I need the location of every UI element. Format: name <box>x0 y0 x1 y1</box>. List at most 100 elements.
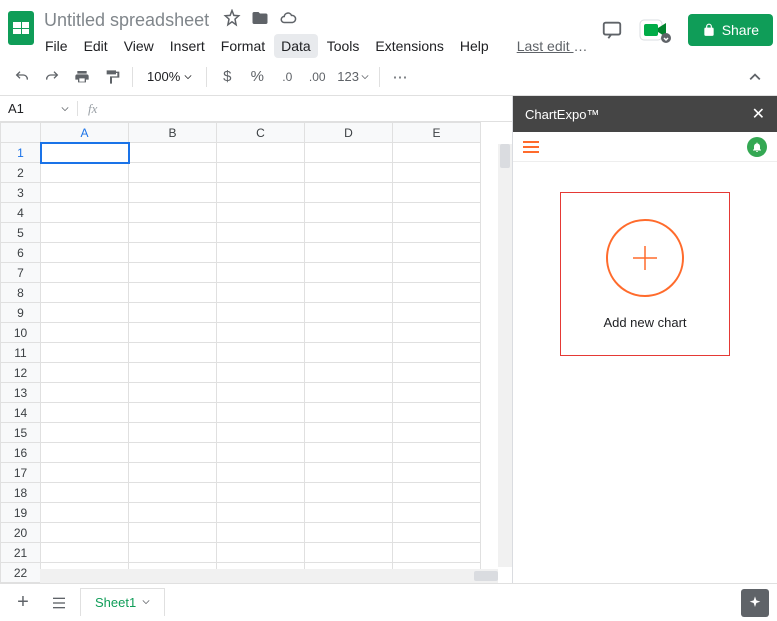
vertical-scrollbar[interactable] <box>498 144 512 567</box>
add-new-chart-card[interactable]: Add new chart <box>560 192 730 356</box>
menu-help[interactable]: Help <box>453 34 496 58</box>
row-header[interactable]: 2 <box>1 163 41 183</box>
menu-extensions[interactable]: Extensions <box>368 34 450 58</box>
cell[interactable] <box>393 163 481 183</box>
decrease-decimal-button[interactable]: .0 <box>273 63 301 91</box>
redo-button[interactable] <box>38 63 66 91</box>
cell[interactable] <box>129 363 217 383</box>
cell[interactable] <box>305 323 393 343</box>
cell[interactable] <box>217 463 305 483</box>
meet-icon[interactable] <box>638 16 674 44</box>
menu-insert[interactable]: Insert <box>163 34 212 58</box>
notification-icon[interactable] <box>747 137 767 157</box>
sheet-tab-active[interactable]: Sheet1 <box>80 588 165 616</box>
cell[interactable] <box>129 463 217 483</box>
cell[interactable] <box>41 163 129 183</box>
cell[interactable] <box>393 503 481 523</box>
zoom-selector[interactable]: 100% <box>139 69 200 84</box>
cell[interactable] <box>129 283 217 303</box>
cell[interactable] <box>393 303 481 323</box>
cloud-icon[interactable] <box>279 9 297 32</box>
cell[interactable] <box>305 523 393 543</box>
row-header[interactable]: 8 <box>1 283 41 303</box>
cell[interactable] <box>305 183 393 203</box>
row-header[interactable]: 18 <box>1 483 41 503</box>
column-header[interactable]: C <box>217 123 305 143</box>
row-header[interactable]: 3 <box>1 183 41 203</box>
cell[interactable] <box>305 503 393 523</box>
cell-grid[interactable]: ABCDE12345678910111213141516171819202122 <box>0 122 481 583</box>
more-tools-button[interactable]: ⋯ <box>386 63 414 91</box>
comments-icon[interactable] <box>600 18 624 42</box>
paint-format-button[interactable] <box>98 63 126 91</box>
row-header[interactable]: 5 <box>1 223 41 243</box>
cell[interactable] <box>41 443 129 463</box>
cell[interactable] <box>129 523 217 543</box>
cell[interactable] <box>305 383 393 403</box>
row-header[interactable]: 19 <box>1 503 41 523</box>
currency-button[interactable]: $ <box>213 63 241 91</box>
cell[interactable] <box>129 323 217 343</box>
cell[interactable] <box>393 183 481 203</box>
cell[interactable] <box>217 263 305 283</box>
column-header[interactable]: E <box>393 123 481 143</box>
cell[interactable] <box>129 403 217 423</box>
row-header[interactable]: 22 <box>1 563 41 583</box>
horizontal-scrollbar[interactable] <box>40 569 498 583</box>
row-header[interactable]: 14 <box>1 403 41 423</box>
cell[interactable] <box>393 383 481 403</box>
cell[interactable] <box>129 483 217 503</box>
document-title[interactable]: Untitled spreadsheet <box>38 8 215 33</box>
cell[interactable] <box>305 283 393 303</box>
menu-format[interactable]: Format <box>214 34 272 58</box>
cell[interactable] <box>129 183 217 203</box>
cell[interactable] <box>41 183 129 203</box>
cell[interactable] <box>41 463 129 483</box>
cell[interactable] <box>129 343 217 363</box>
cell[interactable] <box>129 383 217 403</box>
cell[interactable] <box>305 443 393 463</box>
cell[interactable] <box>217 203 305 223</box>
cell[interactable] <box>393 143 481 163</box>
last-edit-link[interactable]: Last edit wa... <box>510 34 600 58</box>
close-icon[interactable]: ✕ <box>752 104 765 124</box>
hamburger-icon[interactable] <box>523 141 539 153</box>
cell[interactable] <box>217 403 305 423</box>
cell[interactable] <box>129 263 217 283</box>
row-header[interactable]: 21 <box>1 543 41 563</box>
menu-data[interactable]: Data <box>274 34 318 58</box>
cell[interactable] <box>393 443 481 463</box>
cell[interactable] <box>305 543 393 563</box>
cell[interactable] <box>393 543 481 563</box>
row-header[interactable]: 4 <box>1 203 41 223</box>
cell[interactable] <box>41 423 129 443</box>
cell[interactable] <box>41 363 129 383</box>
number-format-button[interactable]: 123 <box>333 63 373 91</box>
name-box[interactable]: A1 <box>0 101 78 116</box>
cell[interactable] <box>305 143 393 163</box>
cell[interactable] <box>217 223 305 243</box>
cell[interactable] <box>41 343 129 363</box>
cell[interactable] <box>41 303 129 323</box>
cell[interactable] <box>393 363 481 383</box>
cell[interactable] <box>129 223 217 243</box>
cell[interactable] <box>217 363 305 383</box>
menu-tools[interactable]: Tools <box>320 34 367 58</box>
cell[interactable] <box>305 203 393 223</box>
share-button[interactable]: Share <box>688 14 773 46</box>
cell[interactable] <box>217 243 305 263</box>
row-header[interactable]: 6 <box>1 243 41 263</box>
cell[interactable] <box>129 503 217 523</box>
cell[interactable] <box>393 523 481 543</box>
cell[interactable] <box>393 483 481 503</box>
cell[interactable] <box>305 423 393 443</box>
undo-button[interactable] <box>8 63 36 91</box>
cell[interactable] <box>305 363 393 383</box>
cell[interactable] <box>217 423 305 443</box>
cell[interactable] <box>217 143 305 163</box>
row-header[interactable]: 7 <box>1 263 41 283</box>
cell[interactable] <box>305 243 393 263</box>
cell[interactable] <box>129 423 217 443</box>
cell[interactable] <box>393 263 481 283</box>
add-sheet-button[interactable]: + <box>8 589 38 617</box>
